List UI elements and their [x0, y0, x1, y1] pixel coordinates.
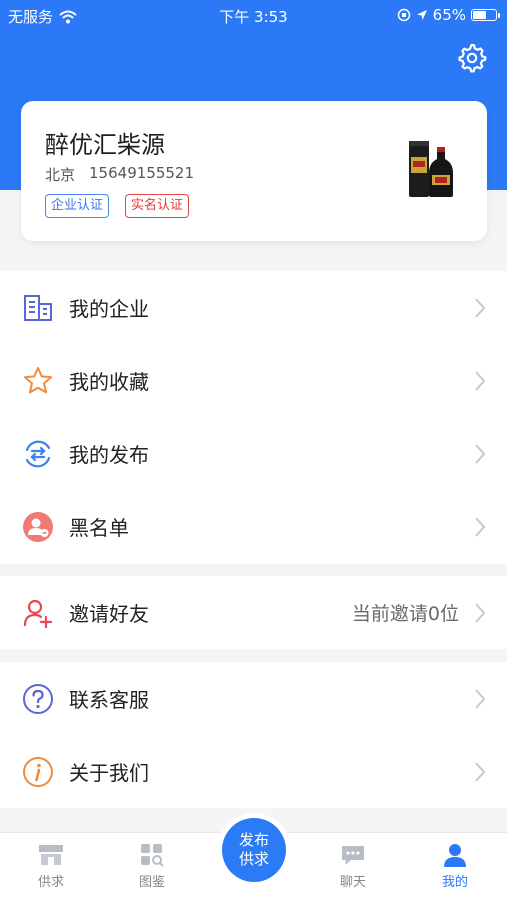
tab-label: 聊天 — [339, 875, 366, 890]
menu-group-support: 联系客服 关于我们 — [0, 662, 507, 808]
menu-item-blacklist[interactable]: 黑名单 — [0, 490, 507, 563]
city-label: 北京 — [45, 166, 76, 184]
menu-item-label: 黑名单 — [69, 516, 129, 540]
menu-item-invite-friends[interactable]: 邀请好友 当前邀请0位 — [0, 576, 507, 649]
tab-chat[interactable]: 聊天 — [313, 843, 393, 890]
add-user-icon — [23, 599, 53, 628]
menu-item-label: 我的企业 — [69, 297, 149, 321]
menu-item-label: 关于我们 — [69, 761, 149, 785]
battery-icon — [471, 9, 500, 21]
chevron-right-icon — [475, 516, 486, 537]
battery-level — [473, 11, 486, 19]
publish-supply-button[interactable]: 发布 供求 — [222, 818, 286, 882]
menu-group-invite: 邀请好友 当前邀请0位 — [0, 576, 507, 649]
invite-count: 当前邀请0位 — [351, 603, 459, 625]
menu-item-about-us[interactable]: 关于我们 — [0, 735, 507, 808]
building-icon — [24, 294, 52, 321]
chevron-right-icon — [475, 688, 486, 709]
tab-supply-demand[interactable]: 供求 — [11, 843, 91, 890]
publish-icon — [25, 440, 51, 467]
menu-item-my-posts[interactable]: 我的发布 — [0, 417, 507, 490]
info-icon — [23, 756, 53, 787]
storefront-icon — [39, 845, 63, 865]
chevron-right-icon — [475, 443, 486, 464]
menu-item-label: 邀请好友 — [69, 602, 149, 626]
gear-icon[interactable] — [457, 43, 487, 73]
fab-line-1: 发布 — [238, 831, 269, 849]
menu-item-customer-service[interactable]: 联系客服 — [0, 662, 507, 735]
tab-label: 供求 — [37, 875, 64, 890]
menu-item-my-favorites[interactable]: 我的收藏 — [0, 344, 507, 417]
tab-label: 我的 — [441, 875, 468, 890]
status-bar: 无服务 下午 3:53 65% — [0, 0, 507, 32]
orientation-lock-icon — [397, 8, 410, 22]
user-icon — [444, 844, 466, 867]
menu-item-label: 我的发布 — [69, 443, 149, 467]
fab-line-2: 供求 — [238, 850, 269, 868]
tab-label: 图鉴 — [138, 875, 165, 890]
tab-mine[interactable]: 我的 — [415, 843, 495, 890]
blacklist-icon — [23, 511, 53, 542]
location-arrow-icon — [416, 10, 427, 20]
chat-icon — [342, 846, 364, 865]
chevron-right-icon — [475, 602, 486, 623]
chevron-right-icon — [475, 297, 486, 318]
enterprise-verified-badge: 企业认证 — [45, 194, 110, 218]
menu-group-main: 我的企业 我的收藏 我的发布 黑名单 — [0, 271, 507, 564]
grid-search-icon — [141, 844, 164, 867]
chevron-right-icon — [475, 370, 486, 391]
identity-verified-badge: 实名认证 — [125, 194, 190, 218]
star-icon — [24, 366, 52, 393]
contact-info: 北京 15649155521 — [45, 164, 194, 185]
menu-item-label: 我的收藏 — [69, 370, 149, 394]
help-icon — [23, 683, 53, 714]
company-name: 醉优汇柴源 — [45, 131, 165, 159]
battery-percent: 65% — [432, 6, 466, 24]
chevron-right-icon — [475, 761, 486, 782]
product-avatar — [409, 141, 453, 197]
menu-item-label: 联系客服 — [69, 688, 149, 712]
menu-item-my-company[interactable]: 我的企业 — [0, 271, 507, 344]
phone-number: 15649155521 — [89, 164, 194, 182]
profile-card[interactable]: 醉优汇柴源 北京 15649155521 企业认证 实名认证 — [21, 101, 487, 241]
tab-catalog[interactable]: 图鉴 — [112, 843, 192, 890]
